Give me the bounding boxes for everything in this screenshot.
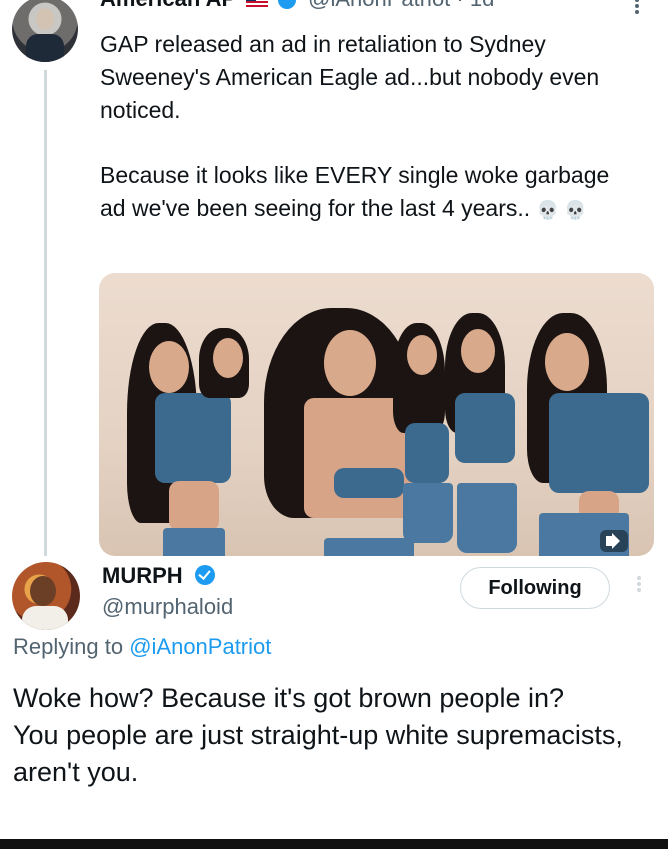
reply-author-name-row: MURPH (102, 563, 215, 589)
reply-text-line-1: Woke how? Because it's got brown people … (13, 683, 564, 713)
replying-to-prefix: Replying to (13, 634, 130, 659)
reply-tweet-text: Woke how? Because it's got brown people … (13, 680, 653, 791)
verified-badge-icon (194, 565, 215, 585)
replying-to-mention-link[interactable]: @iAnonPatriot (129, 634, 271, 659)
parent-tweet-paragraph-2-text: Because it looks like EVERY single woke … (100, 162, 610, 221)
avatar-face (30, 576, 56, 606)
parent-tweet-paragraph-2: Because it looks like EVERY single woke … (100, 159, 640, 227)
parent-tweet-text: GAP released an ad in retaliation to Syd… (100, 28, 640, 227)
avatar-shirt (22, 606, 68, 630)
sound-icon[interactable] (600, 530, 628, 552)
parent-author-avatar[interactable] (12, 0, 78, 62)
more-options-icon[interactable] (632, 574, 646, 598)
parent-tweet-header: American AP @iAnonPatriot · 1d (100, 0, 494, 12)
screenshot-frame: American AP @iAnonPatriot · 1d GAP relea… (0, 0, 668, 849)
skull-emoji: 💀 💀 (536, 200, 587, 220)
replying-to-line: Replying to @iAnonPatriot (13, 634, 271, 660)
dancer-figure (519, 313, 654, 556)
thread-connector-line (44, 70, 47, 556)
reply-author-name[interactable]: MURPH (102, 563, 183, 588)
parent-author-handle[interactable]: @iAnonPatriot · 1d (308, 0, 494, 11)
parent-author-name[interactable]: American AP (100, 0, 236, 11)
reply-text-line-2: You people are just straight-up white su… (13, 720, 623, 787)
video-thumbnail[interactable] (99, 273, 654, 556)
verified-badge-icon (277, 0, 296, 10)
parent-tweet-paragraph-1: GAP released an ad in retaliation to Syd… (100, 31, 600, 123)
more-options-icon[interactable] (630, 0, 644, 14)
us-flag-icon (245, 0, 268, 8)
reply-author-avatar[interactable] (12, 562, 80, 630)
reply-author-handle[interactable]: @murphaloid (102, 594, 233, 620)
avatar-face (36, 8, 54, 30)
following-button[interactable]: Following (460, 567, 610, 609)
avatar-suit (26, 34, 64, 62)
bottom-edge-bar (0, 839, 668, 849)
